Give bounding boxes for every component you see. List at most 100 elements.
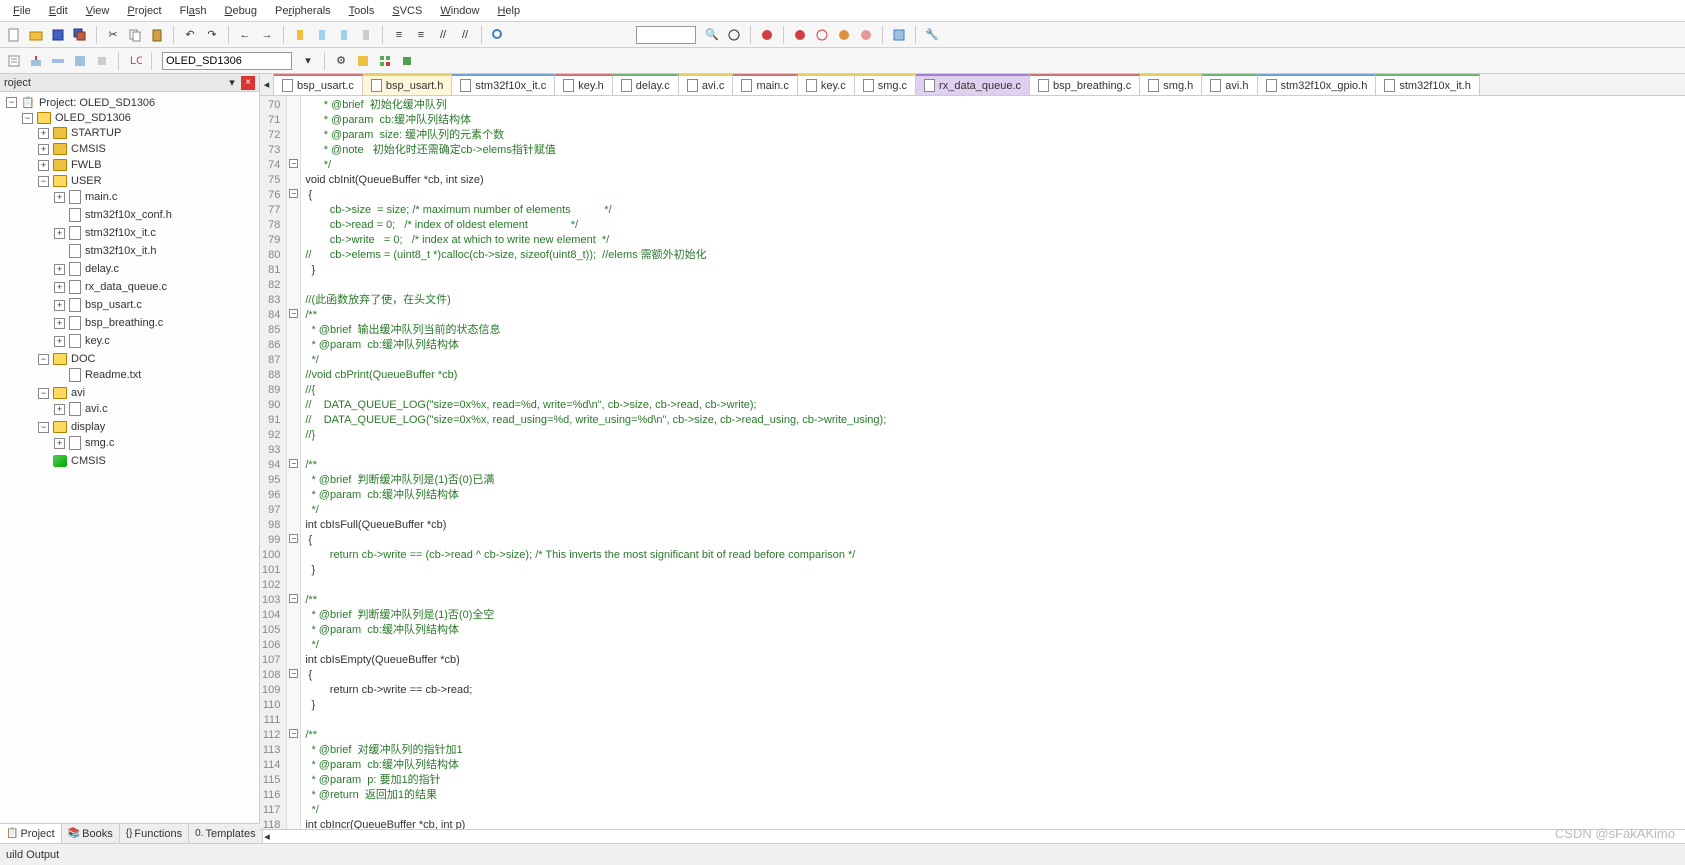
menu-flash[interactable]: Flash xyxy=(173,3,214,19)
sidebar-close-icon[interactable]: × xyxy=(241,76,255,90)
code-editor[interactable]: 7071727374757677787980818283848586878889… xyxy=(260,96,1685,829)
tree-smgc[interactable]: +smg.c xyxy=(52,435,259,451)
manage-icon[interactable] xyxy=(375,51,395,71)
copy-icon[interactable] xyxy=(125,25,145,45)
bookmark-next-icon[interactable] xyxy=(334,25,354,45)
tree-fwlb[interactable]: +FWLB xyxy=(36,158,259,172)
uncomment-icon[interactable]: // xyxy=(455,25,475,45)
file-tab-rx_data_queue-c[interactable]: rx_data_queue.c xyxy=(916,74,1030,95)
file-tab-bsp_breathing-c[interactable]: bsp_breathing.c xyxy=(1030,74,1140,95)
bookmark-icon[interactable] xyxy=(290,25,310,45)
find-next-icon[interactable] xyxy=(724,25,744,45)
tree-root[interactable]: −📋Project: OLED_SD1306 xyxy=(4,95,259,110)
window-icon[interactable] xyxy=(889,25,909,45)
file-tab-key-c[interactable]: key.c xyxy=(798,74,855,95)
outdent-icon[interactable]: ≡ xyxy=(411,25,431,45)
tree-cmsis2[interactable]: CMSIS xyxy=(36,454,259,468)
redo-icon[interactable]: ↷ xyxy=(202,25,222,45)
file-tab-avi-h[interactable]: avi.h xyxy=(1202,74,1257,95)
tree-rxq[interactable]: +rx_data_queue.c xyxy=(52,279,259,295)
tree-cmsis[interactable]: +CMSIS xyxy=(36,142,259,156)
file-tab-smg-h[interactable]: smg.h xyxy=(1140,74,1202,95)
sidetab-books[interactable]: 📚 Books xyxy=(62,824,120,843)
comment-icon[interactable]: // xyxy=(433,25,453,45)
target-dd-icon[interactable]: ▾ xyxy=(298,51,318,71)
file-tab-key-h[interactable]: key.h xyxy=(555,74,612,95)
paste-icon[interactable] xyxy=(147,25,167,45)
new-file-icon[interactable] xyxy=(4,25,24,45)
find-in-files-icon[interactable] xyxy=(488,25,508,45)
file-tab-stm32f10x_it-c[interactable]: stm32f10x_it.c xyxy=(452,74,555,95)
tree-readme[interactable]: Readme.txt xyxy=(52,367,259,383)
target-combo[interactable] xyxy=(162,52,292,70)
sidetab-templates[interactable]: 0. Templates xyxy=(189,824,262,843)
menu-tools[interactable]: Tools xyxy=(342,3,382,19)
menu-file[interactable]: FFileile xyxy=(6,3,38,19)
tree-mainc[interactable]: +main.c xyxy=(52,189,259,205)
tree-display[interactable]: −display xyxy=(36,420,259,434)
breakpoint-icon[interactable] xyxy=(790,25,810,45)
breakpoint-kill-icon[interactable] xyxy=(834,25,854,45)
file-tab-bsp_usart-h[interactable]: bsp_usart.h xyxy=(363,74,452,95)
bookmark-prev-icon[interactable] xyxy=(312,25,332,45)
tree-project[interactable]: −OLED_SD1306 xyxy=(20,111,259,125)
tree-avi[interactable]: −avi xyxy=(36,386,259,400)
tabs-scroll-left[interactable]: ◂ xyxy=(260,74,274,95)
code-content[interactable]: * @brief 初始化缓冲队列 * @param cb:缓冲队列结构体 * @… xyxy=(301,96,890,829)
find-combo[interactable] xyxy=(636,26,696,44)
tree-ith[interactable]: stm32f10x_it.h xyxy=(52,243,259,259)
breakpoint-disable-icon[interactable] xyxy=(812,25,832,45)
tree-usartc[interactable]: +bsp_usart.c xyxy=(52,297,259,313)
tree-itc[interactable]: +stm32f10x_it.c xyxy=(52,225,259,241)
file-tab-main-c[interactable]: main.c xyxy=(733,74,797,95)
menu-edit[interactable]: Edit xyxy=(42,3,75,19)
options-icon[interactable]: ⚙ xyxy=(331,51,351,71)
file-tab-bsp_usart-c[interactable]: bsp_usart.c xyxy=(274,74,363,95)
sidetab-project[interactable]: 📋 Project xyxy=(0,824,62,843)
file-tab-stm32f10x_gpio-h[interactable]: stm32f10x_gpio.h xyxy=(1258,74,1377,95)
menu-peripherals[interactable]: Peripherals xyxy=(268,3,338,19)
menu-help[interactable]: Help xyxy=(490,3,527,19)
file-tab-stm32f10x_it-h[interactable]: stm32f10x_it.h xyxy=(1376,74,1480,95)
tree-delayc[interactable]: +delay.c xyxy=(52,261,259,277)
nav-forward-icon[interactable]: → xyxy=(257,25,277,45)
fold-gutter[interactable]: −−−−−−−−−−−− xyxy=(287,96,301,829)
menu-window[interactable]: Window xyxy=(433,3,486,19)
nav-back-icon[interactable]: ← xyxy=(235,25,255,45)
build-output-panel[interactable]: uild Output xyxy=(0,843,1685,865)
file-tab-avi-c[interactable]: avi.c xyxy=(679,74,734,95)
tree-doc[interactable]: −DOC xyxy=(36,352,259,366)
indent-icon[interactable]: ≡ xyxy=(389,25,409,45)
download-icon[interactable]: LOAD xyxy=(125,51,145,71)
menu-svcs[interactable]: SVCS xyxy=(385,3,429,19)
bookmark-clear-icon[interactable] xyxy=(356,25,376,45)
save-icon[interactable] xyxy=(48,25,68,45)
menu-view[interactable]: View xyxy=(79,3,117,19)
tree-avic[interactable]: +avi.c xyxy=(52,401,259,417)
breakpoint-enable-icon[interactable] xyxy=(856,25,876,45)
tree-breath[interactable]: +bsp_breathing.c xyxy=(52,315,259,331)
tree-keyc[interactable]: +key.c xyxy=(52,333,259,349)
tree-confh[interactable]: stm32f10x_conf.h xyxy=(52,207,259,223)
save-all-icon[interactable] xyxy=(70,25,90,45)
build-icon[interactable] xyxy=(26,51,46,71)
configure-icon[interactable]: 🔧 xyxy=(922,25,942,45)
rebuild-icon[interactable] xyxy=(48,51,68,71)
tree-startup[interactable]: +STARTUP xyxy=(36,126,259,140)
project-tree[interactable]: −📋Project: OLED_SD1306 −OLED_SD1306 +STA… xyxy=(0,92,259,823)
sidetab-functions[interactable]: {} Functions xyxy=(120,824,189,843)
batch-build-icon[interactable] xyxy=(70,51,90,71)
find-icon[interactable]: 🔍 xyxy=(702,25,722,45)
menu-debug[interactable]: Debug xyxy=(218,3,264,19)
open-file-icon[interactable] xyxy=(26,25,46,45)
cut-icon[interactable]: ✂ xyxy=(103,25,123,45)
menu-project[interactable]: Project xyxy=(120,3,168,19)
file-ext-icon[interactable] xyxy=(353,51,373,71)
file-tab-delay-c[interactable]: delay.c xyxy=(613,74,679,95)
sidebar-pin-icon[interactable]: ▾ xyxy=(225,76,239,90)
translate-icon[interactable] xyxy=(4,51,24,71)
undo-icon[interactable]: ↶ xyxy=(180,25,200,45)
debug-icon[interactable] xyxy=(757,25,777,45)
tree-user[interactable]: −USER xyxy=(36,174,259,188)
pack-icon[interactable] xyxy=(397,51,417,71)
